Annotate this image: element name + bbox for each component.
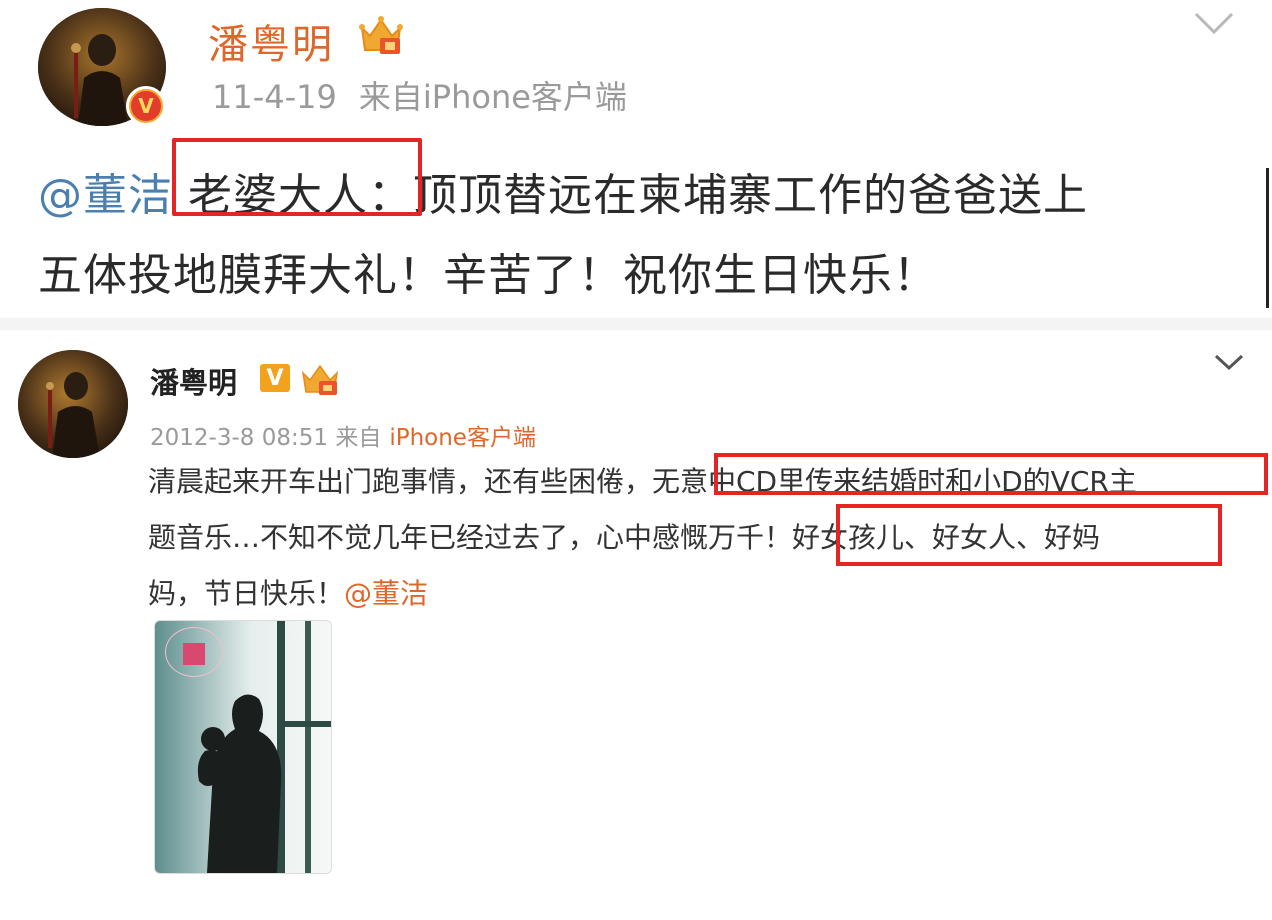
red-highlight-box [836, 504, 1222, 566]
post-meta: 11-4-19 来自iPhone客户端 [212, 72, 627, 118]
username[interactable]: 潘粤明 [150, 360, 237, 402]
verified-badge-inner: V [131, 91, 161, 121]
post-text-segment: 妈，节日快乐！ [148, 577, 345, 610]
post-date: 11-4-19 [212, 78, 337, 116]
verified-icon: V [260, 364, 290, 392]
post-source[interactable]: iPhone客户端 [389, 425, 536, 451]
post-divider [0, 318, 1272, 330]
post-image[interactable] [154, 620, 332, 874]
mention-link[interactable]: @董洁 [38, 170, 173, 221]
chevron-down-icon[interactable] [1212, 352, 1246, 372]
username[interactable]: 潘粤明 [208, 12, 334, 70]
weibo-post-1: V 潘粤明 11-4-19 来自iPhone客户端 @董洁 老婆大人：顶顶替远在柬… [0, 0, 1272, 320]
red-highlight-box [172, 138, 422, 216]
crown-icon[interactable] [300, 362, 340, 396]
weibo-screenshot: V 潘粤明 11-4-19 来自iPhone客户端 @董洁 老婆大人：顶顶替远在柬… [0, 0, 1272, 920]
avatar-photo [18, 350, 128, 458]
edge-line [1266, 168, 1269, 308]
avatar[interactable] [18, 350, 128, 458]
watermark-logo [183, 643, 205, 665]
post-text-line-2: 五体投地膜拜大礼！辛苦了！祝你生日快乐！ [38, 250, 938, 301]
post-text-line-3: 妈，节日快乐！@董洁 [148, 566, 1248, 622]
post-from-label: 来自 [335, 425, 382, 451]
post-source[interactable]: 来自iPhone客户端 [359, 78, 627, 116]
chevron-down-icon[interactable] [1192, 8, 1236, 38]
verified-icon: V [126, 86, 166, 126]
weibo-post-2: 潘粤明 V 2012-3-8 08:51 来自 iPhone客户端 清晨起来开车出… [0, 330, 1272, 920]
red-highlight-box [714, 453, 1268, 495]
post-meta: 2012-3-8 08:51 来自 iPhone客户端 [150, 418, 536, 452]
mention-link[interactable]: @董洁 [344, 577, 428, 610]
crown-icon[interactable] [358, 14, 404, 56]
post-datetime: 2012-3-8 08:51 [150, 425, 328, 451]
